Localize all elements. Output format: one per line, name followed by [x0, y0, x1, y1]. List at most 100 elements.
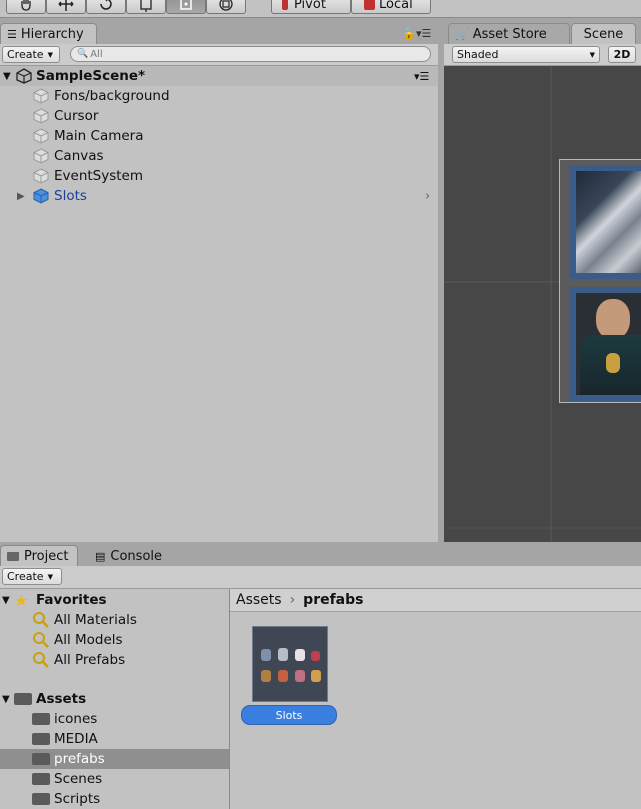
shading-mode-value: Shaded: [457, 48, 499, 61]
folder-item[interactable]: icones: [0, 709, 229, 729]
local-toggle-button[interactable]: Local: [351, 0, 431, 14]
thumb-figure: [295, 649, 305, 661]
hierarchy-item[interactable]: EventSystem: [0, 166, 438, 186]
scene-tabbar: 🛒 Asset Store Scene: [444, 20, 641, 44]
pivot-icon: [282, 0, 288, 10]
mode-2d-toggle[interactable]: 2D: [608, 46, 636, 63]
folder-item[interactable]: Scenes: [0, 769, 229, 789]
rotate-icon: [100, 0, 112, 10]
caret-down-icon: ▼: [589, 50, 595, 59]
hierarchy-item-label: Canvas: [54, 148, 104, 164]
thumb-figure: [278, 648, 288, 661]
favorite-item[interactable]: All Models: [0, 630, 229, 650]
tab-scene[interactable]: Scene: [571, 23, 636, 44]
tab-asset-store[interactable]: 🛒 Asset Store: [448, 23, 570, 44]
chevron-right-icon[interactable]: ›: [425, 189, 430, 204]
scale-icon: [140, 0, 152, 12]
hierarchy-item[interactable]: Canvas: [0, 146, 438, 166]
rect-transform-icon: [180, 0, 192, 10]
caret-down-icon: ▼: [47, 572, 53, 581]
hierarchy-tree: ▼ SampleScene* ▾☰ Fons/background Cursor…: [0, 66, 438, 542]
project-create-button[interactable]: Create ▼: [2, 568, 62, 585]
pivot-toggle-button[interactable]: Pivot: [271, 0, 351, 14]
favorites-row[interactable]: ▼ ★ Favorites: [0, 590, 229, 610]
thumb-figure: [311, 651, 320, 661]
caret-down-icon: ▼: [47, 50, 53, 59]
favorite-item[interactable]: All Prefabs: [0, 650, 229, 670]
slot-card-2[interactable]: [569, 287, 641, 401]
scene-name: SampleScene*: [36, 68, 146, 84]
folder-item[interactable]: Scripts: [0, 789, 229, 809]
hierarchy-toolbar: Create ▼ 🔍 All: [0, 44, 438, 66]
gameobject-icon: [33, 128, 49, 144]
scale-tool-button[interactable]: [126, 0, 166, 14]
breadcrumb: Assets › prefabs: [230, 589, 641, 612]
folder-item[interactable]: MEDIA: [0, 729, 229, 749]
move-icon: [58, 0, 74, 11]
folder-label: MEDIA: [54, 731, 98, 747]
unity-scene-icon: [16, 68, 32, 84]
search-filter-icon: [33, 652, 49, 668]
hierarchy-item-label: EventSystem: [54, 168, 144, 184]
hierarchy-item[interactable]: Main Camera: [0, 126, 438, 146]
breadcrumb-separator-icon: ›: [289, 592, 296, 608]
thumb-figure: [261, 649, 271, 661]
asset-label[interactable]: Slots: [242, 706, 336, 724]
assets-row[interactable]: ▼ Assets: [0, 689, 229, 709]
tab-hierarchy[interactable]: ☰ Hierarchy: [0, 23, 97, 44]
tab-console[interactable]: ▤ Console: [88, 545, 174, 566]
scene-toolbar: Shaded ▼ 2D: [444, 44, 641, 66]
hierarchy-search-input[interactable]: 🔍 All: [70, 46, 431, 62]
slot-card-1[interactable]: [569, 165, 641, 279]
gameobject-icon: [33, 108, 49, 124]
folder-icon: [7, 551, 19, 561]
tab-hierarchy-label: Hierarchy: [20, 26, 84, 42]
favorite-item[interactable]: All Materials: [0, 610, 229, 630]
asset-label-text: Slots: [275, 708, 303, 722]
folder-label: prefabs: [54, 751, 105, 767]
tab-asset-store-label: Asset Store: [472, 26, 547, 42]
thumb-figure: [278, 670, 288, 682]
transform-icon: [219, 0, 233, 11]
breadcrumb-root[interactable]: Assets: [236, 592, 282, 608]
scene-row[interactable]: ▼ SampleScene* ▾☰: [0, 66, 438, 86]
gameobject-icon: [33, 88, 49, 104]
move-tool-button[interactable]: [46, 0, 86, 14]
favorite-item-label: All Materials: [54, 612, 137, 628]
store-icon: 🛒: [455, 27, 469, 41]
folder-icon: [32, 773, 50, 785]
hierarchy-item-prefab[interactable]: ▶ Slots ›: [0, 186, 438, 206]
folder-label: Scripts: [54, 791, 101, 807]
favorite-item-label: All Prefabs: [54, 652, 126, 668]
shading-mode-dropdown[interactable]: Shaded ▼: [452, 46, 600, 63]
assets-label: Assets: [36, 691, 87, 707]
pivot-label: Pivot: [294, 0, 326, 12]
hierarchy-item[interactable]: Cursor: [0, 106, 438, 126]
lock-icon[interactable]: 🔒: [402, 27, 416, 40]
rect-tool-button[interactable]: [166, 0, 206, 14]
scene-viewport[interactable]: [444, 66, 641, 542]
folder-label: icones: [54, 711, 98, 727]
scene-menu-icon[interactable]: ▾☰: [414, 70, 429, 83]
rotate-tool-button[interactable]: [86, 0, 126, 14]
expand-arrow-icon[interactable]: ▶: [17, 191, 25, 202]
hierarchy-item-label: Fons/background: [54, 88, 170, 104]
asset-thumbnail[interactable]: [252, 626, 328, 702]
gameobject-icon: [33, 168, 49, 184]
thumb-figure: [311, 670, 321, 682]
hierarchy-create-button[interactable]: Create ▼: [2, 46, 60, 63]
hierarchy-item[interactable]: Fons/background: [0, 86, 438, 106]
local-label: Local: [379, 0, 413, 12]
expand-arrow-icon: ▼: [3, 70, 11, 82]
breadcrumb-current[interactable]: prefabs: [303, 592, 363, 608]
hand-tool-button[interactable]: [6, 0, 46, 14]
tab-project[interactable]: Project: [0, 545, 78, 566]
folder-icon: [32, 733, 50, 745]
hierarchy-create-label: Create: [7, 48, 44, 61]
transform-tool-button[interactable]: [206, 0, 246, 14]
tab-console-label: Console: [110, 548, 163, 564]
local-space-icon: [364, 0, 375, 10]
folder-item-selected[interactable]: prefabs: [0, 749, 229, 769]
panel-menu-icon[interactable]: ▾☰: [416, 27, 431, 40]
main-toolbar: Pivot Local: [0, 0, 641, 18]
